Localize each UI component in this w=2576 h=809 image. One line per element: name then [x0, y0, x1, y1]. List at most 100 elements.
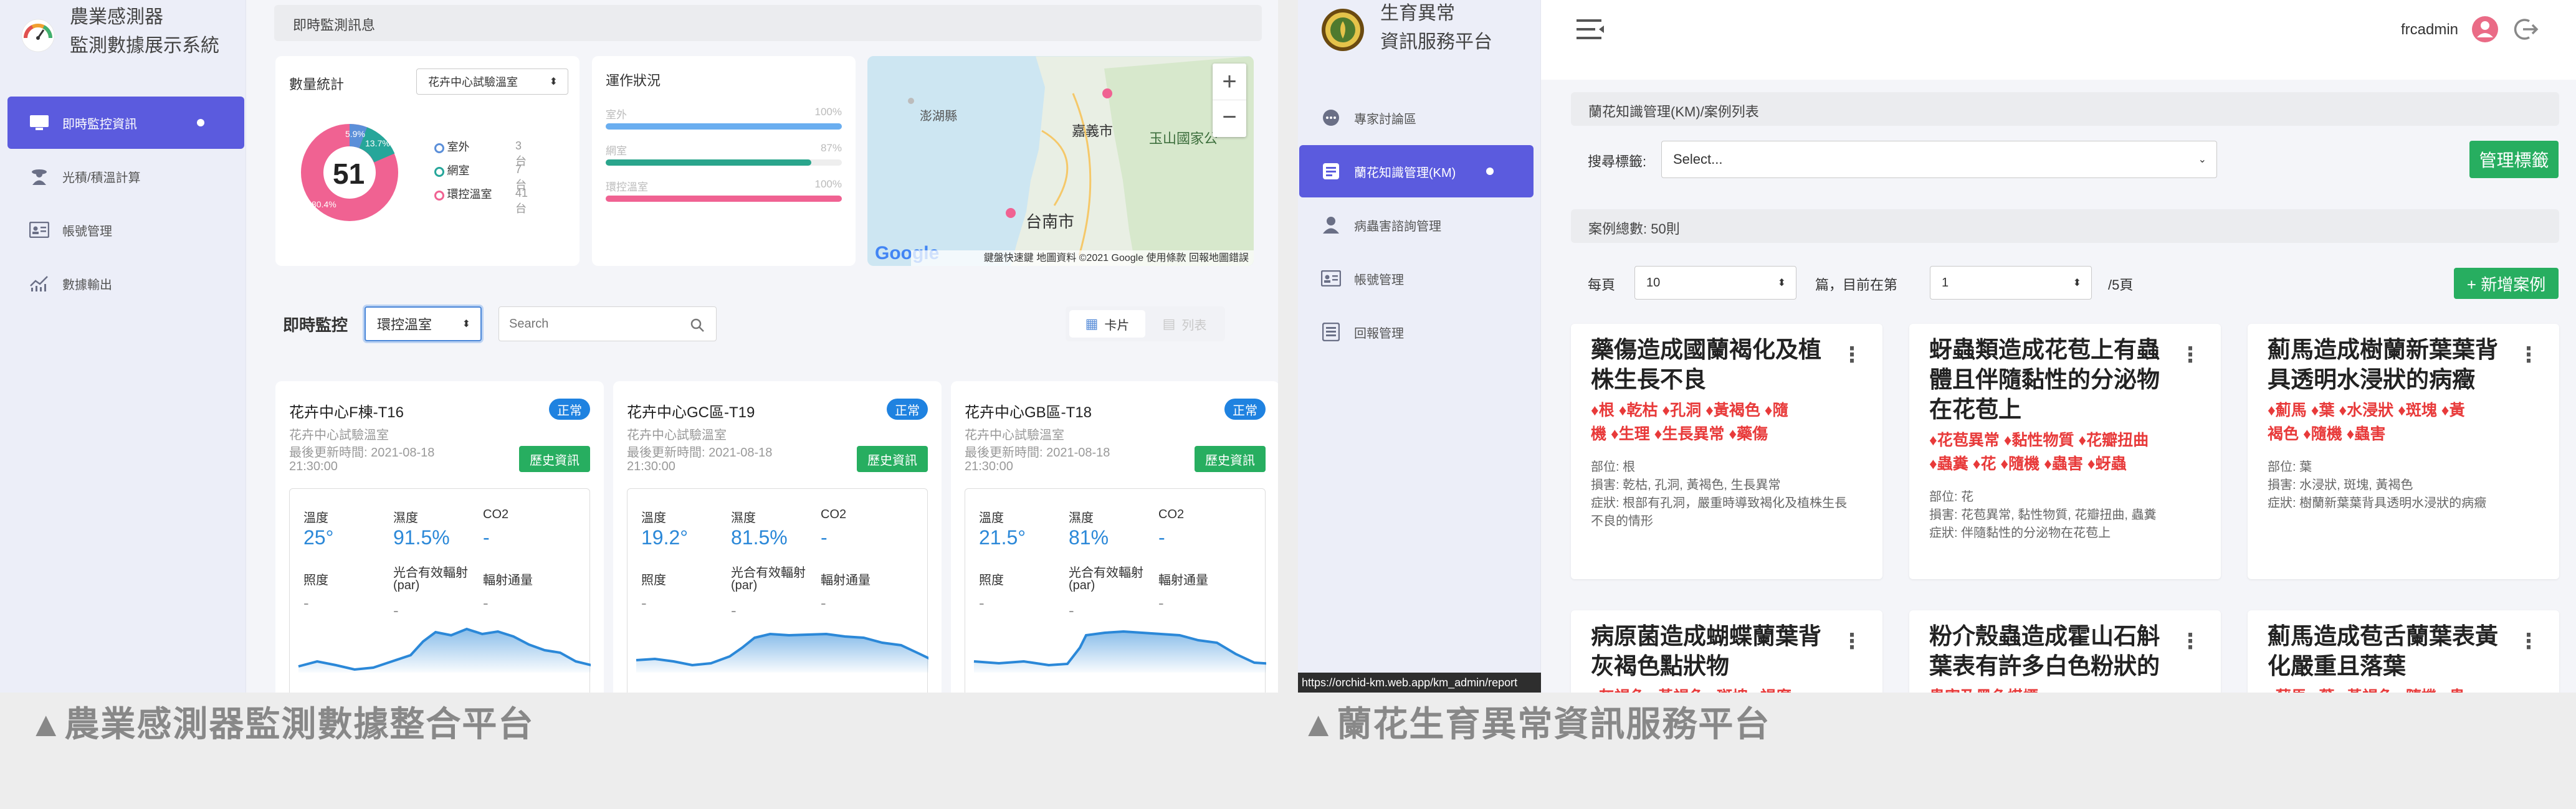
nav2-item-3[interactable]: 帳號管理: [1299, 252, 1534, 305]
nav-export[interactable]: 數據輸出: [7, 257, 244, 310]
km-title: 化嚴重且落葉: [2268, 653, 2406, 679]
km-title: 薊馬造成苞舌蘭葉表黃: [2268, 623, 2498, 649]
km-case-card[interactable]: ⋮ 病原菌造成蝴蝶蘭葉背灰褐色點狀物 ♦灰褐色 ♦黃褐色 ♦斑塊 ♦褐腐: [1571, 610, 1882, 693]
km-title: 蚜蟲類造成花苞上有蟲: [1929, 337, 2160, 362]
km-title: 灰褐色點狀物: [1591, 653, 1729, 679]
sparkline-area: [636, 634, 928, 673]
nav2-item-2[interactable]: 病蟲害諮詢管理: [1299, 199, 1534, 251]
more-vertical-icon[interactable]: ⋮: [2180, 629, 2201, 654]
co2-value: -: [1158, 526, 1165, 549]
total-count: 51: [333, 158, 365, 190]
km-case-card[interactable]: ⋮ 粉介殼蟲造成霍山石斛葉表有許多白色粉狀的蟲害及黑色煤煙: [1909, 610, 2221, 693]
more-vertical-icon[interactable]: ⋮: [2518, 629, 2539, 654]
nav-label: 蘭花知識管理(KM): [1354, 166, 1456, 180]
farmer-icon: [29, 167, 50, 186]
logout-icon[interactable]: [2513, 16, 2539, 42]
metric-label: 濕度: [1069, 511, 1094, 525]
page-select[interactable]: 1 ⬍: [1930, 266, 2092, 300]
updown-icon: ⬍: [2073, 278, 2081, 288]
nav2-item-0[interactable]: 專家討論區: [1299, 92, 1534, 144]
stats-title: 數量統計: [289, 77, 345, 92]
nav-light-temp[interactable]: 光積/積溫計算: [7, 150, 244, 202]
sensor-updated: 最後更新時間: 2021-08-18: [627, 446, 773, 460]
ops-progress-fill: [606, 196, 842, 202]
sensor-updated: 最後更新時間: 2021-08-18: [289, 446, 435, 460]
map-footer[interactable]: 鍵盤快速鍵 地圖資料 ©2021 Google 使用條款 回報地圖錯誤: [911, 250, 1254, 266]
km-case-card[interactable]: ⋮ 蚜蟲類造成花苞上有蟲 體且伴隨黏性的分泌物 在花苞上 ♦花苞異常 ♦黏性物質 ♦花瓣…: [1909, 324, 2221, 579]
add-case-button[interactable]: + 新增案例: [2454, 268, 2559, 299]
metric-label: CO2: [1158, 508, 1185, 521]
monitor-type-select[interactable]: 環控溫室 ⬍: [365, 306, 482, 341]
search-icon[interactable]: [690, 318, 705, 333]
menu-collapse-icon[interactable]: [1575, 17, 1606, 42]
metric-label: 濕度: [731, 511, 756, 525]
co2-value: -: [483, 526, 490, 549]
ops-progress-fill: [606, 123, 842, 130]
breadcrumb-text: 蘭花知識管理(KM)/案例列表: [1588, 104, 1759, 120]
more-vertical-icon[interactable]: ⋮: [2518, 343, 2539, 367]
humidity-value: 81%: [1069, 526, 1109, 549]
stats-card: 數量統計 花卉中心試驗溫室 ⬍ 51 5.9% 13.7% 80.4% 室外 3台 …: [275, 56, 580, 266]
history-button[interactable]: 歷史資訊: [857, 446, 928, 472]
km-title: 具透明水浸狀的病癥: [2268, 367, 2475, 392]
par-value: -: [1069, 601, 1074, 620]
active-dot: [1486, 168, 1494, 175]
ops-progress-track: [606, 196, 842, 202]
km-case-card[interactable]: ⋮ 薊馬造成樹蘭新葉葉背 具透明水浸狀的病癥 ♦薊馬 ♦葉 ♦水浸狀 ♦斑塊 ♦黃 褐色…: [2248, 324, 2559, 579]
metric-label: (par): [731, 579, 758, 592]
more-vertical-icon[interactable]: ⋮: [2180, 343, 2201, 367]
updown-icon: ⬍: [462, 319, 470, 329]
document-icon: [1320, 162, 1342, 181]
app-title-line1: 農業感測器: [70, 7, 163, 27]
total-count: 案例總數: 50則: [1588, 221, 1680, 237]
nav-account[interactable]: 帳號管理: [7, 204, 244, 256]
nav2-item-1[interactable]: 蘭花知識管理(KM): [1299, 145, 1534, 197]
agri-sensor-app: 農業感測器 監測數據展示系統 即時監控資訊 光積/積溫計算 帳號管理 數據輸出 …: [0, 0, 1278, 693]
temp-value: 21.5°: [979, 526, 1026, 549]
search-box[interactable]: [499, 306, 717, 341]
more-vertical-icon[interactable]: ⋮: [1841, 343, 1863, 367]
greenhouse-select[interactable]: 花卉中心試驗溫室 ⬍: [416, 69, 568, 95]
legend-item: 網室 7台: [434, 162, 527, 191]
km-case-card[interactable]: ⋮ 藥傷造成國蘭褐化及植 株生長不良 ♦根 ♦乾枯 ♦孔洞 ♦黃褐色 ♦隨機 ♦生理 …: [1571, 324, 1882, 579]
nav-realtime[interactable]: 即時監控資訊: [7, 97, 244, 149]
sensor-name: 花卉中心GB區-T18: [965, 404, 1092, 421]
map-label: 玉山國家公: [1149, 131, 1218, 146]
history-button[interactable]: 歷史資訊: [519, 446, 590, 472]
total-bar: 案例總數: 50則: [1571, 209, 2559, 243]
view-list-button[interactable]: ▤ 列表: [1147, 310, 1223, 338]
zoom-out-button[interactable]: −: [1213, 100, 1246, 137]
caption-right: ▲蘭花生育異常資訊服務平台: [1301, 704, 1771, 744]
map-panel[interactable]: 澎湖縣 嘉義市 玉山國家公 台南市 + − Google 鍵盤快速鍵 地圖資料 …: [867, 56, 1254, 266]
status-badge: 正常: [887, 399, 928, 420]
sensor-updated-time: 21:30:00: [289, 460, 338, 473]
username[interactable]: frcadmin: [2401, 21, 2458, 39]
sensor-location: 花卉中心試驗溫室: [627, 428, 727, 442]
map-label: 台南市: [1026, 212, 1075, 231]
legend-item: 環控溫室 41台: [434, 186, 528, 215]
ops-card: 運作狀況 室外 100% 網室 87% 環控溫室 100%: [592, 56, 856, 266]
monitor-title: 即時監控: [283, 316, 348, 334]
zoom-in-button[interactable]: +: [1213, 64, 1246, 100]
per-page-select[interactable]: 10 ⬍: [1634, 266, 1796, 300]
sensor-card: 花卉中心F棟-T16 正常 花卉中心試驗溫室 最後更新時間: 2021-08-18 21…: [275, 381, 604, 693]
sensor-updated-time: 21:30:00: [627, 460, 675, 473]
rad-value: -: [821, 594, 826, 612]
search-input[interactable]: [509, 315, 677, 333]
user-icon: [1320, 215, 1342, 234]
orchid-km-app: 生育異常 資訊服務平台 專家討論區 蘭花知識管理(KM) 病蟲害諮詢管理 帳號管理 回報…: [1298, 0, 2576, 693]
km-tags: 機 ♦生理 ♦生長異常 ♦藥傷: [1591, 425, 1768, 443]
history-button[interactable]: 歷史資訊: [1195, 446, 1266, 472]
nav2-item-4[interactable]: 回報管理: [1299, 306, 1534, 358]
view-card-button[interactable]: ▦ 卡片: [1069, 310, 1145, 338]
chart-line-icon: [29, 274, 50, 293]
ops-row-label: 環控溫室: [606, 181, 648, 193]
temp-value: 19.2°: [641, 526, 689, 549]
top-bar: frcadmin: [1541, 0, 2576, 80]
ops-progress-fill: [606, 159, 811, 166]
avatar-icon[interactable]: [2471, 15, 2499, 44]
tag-select[interactable]: Select... ⌄: [1661, 141, 2217, 178]
km-case-card[interactable]: ⋮ 薊馬造成苞舌蘭葉表黃化嚴重且落葉 ♦薊馬 ♦葉 ♦黃褐色 ♦隨機 ♦蟲: [2248, 610, 2559, 693]
more-vertical-icon[interactable]: ⋮: [1841, 629, 1863, 654]
manage-tags-button[interactable]: 管理標籤: [2469, 141, 2559, 178]
